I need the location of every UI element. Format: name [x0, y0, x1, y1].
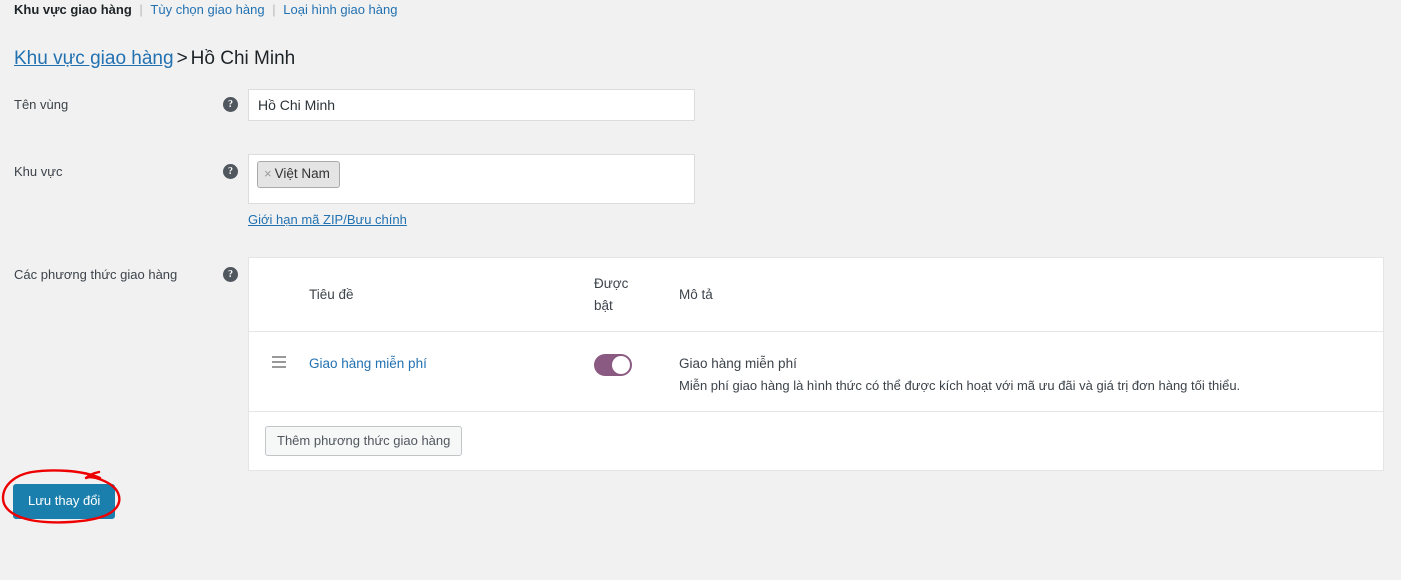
breadcrumb: Khu vực giao hàng > Hồ Chi Minh [14, 46, 295, 72]
subnav-item-shipping-options[interactable]: Tùy chọn giao hàng [150, 0, 264, 20]
row-description-cell: Giao hàng miễn phí Miễn phí giao hàng là… [679, 354, 1383, 395]
subnav-item-shipping-classes[interactable]: Loại hình giao hàng [283, 0, 397, 20]
add-shipping-method-button[interactable]: Thêm phương thức giao hàng [265, 426, 463, 456]
row-enabled-cell [594, 354, 679, 376]
breadcrumb-separator: > [176, 47, 188, 69]
save-button[interactable]: Lưu thay đổi [13, 484, 116, 519]
table-footer: Thêm phương thức giao hàng [249, 412, 1383, 470]
sub-navigation: Khu vực giao hàng | Tùy chọn giao hàng |… [14, 0, 397, 20]
zone-name-input[interactable] [248, 89, 695, 121]
subnav-item-shipping-zones[interactable]: Khu vực giao hàng [14, 0, 132, 20]
remove-icon[interactable]: × [264, 165, 272, 183]
drag-handle-icon[interactable] [272, 354, 286, 371]
zone-regions-label: Khu vực [14, 164, 63, 179]
help-icon-zone-regions[interactable]: ? [223, 164, 238, 179]
zone-regions-select[interactable]: × Việt Nam [248, 154, 695, 204]
help-icon-zone-name[interactable]: ? [223, 97, 238, 112]
method-description-body: Miễn phí giao hàng là hình thức có thể đ… [679, 378, 1241, 393]
limit-postcodes-link[interactable]: Giới hạn mã ZIP/Bưu chính [248, 212, 407, 227]
column-header-title: Tiêu đề [309, 286, 354, 302]
shipping-methods-table: Tiêu đề Được bật Mô tả Giao hàng miễn ph… [248, 257, 1384, 471]
method-description-title: Giao hàng miễn phí [679, 356, 797, 371]
zone-name-label: Tên vùng [14, 97, 69, 112]
column-header-description: Mô tả [679, 286, 713, 302]
column-header-enabled: Được bật [594, 275, 629, 313]
help-icon-shipping-methods[interactable]: ? [223, 267, 238, 282]
table-header-row: Tiêu đề Được bật Mô tả [249, 258, 1383, 332]
toggle-knob [612, 356, 630, 374]
subnav-separator-2: | [272, 2, 276, 17]
method-title-link[interactable]: Giao hàng miễn phí [309, 356, 427, 371]
table-row: Giao hàng miễn phí Giao hàng miễn phí Mi… [249, 332, 1383, 412]
region-chip-label: Việt Nam [274, 166, 330, 181]
breadcrumb-parent-link[interactable]: Khu vực giao hàng [14, 48, 174, 69]
enabled-toggle[interactable] [594, 354, 632, 376]
region-chip-vietnam[interactable]: × Việt Nam [257, 161, 340, 188]
row-title-cell: Giao hàng miễn phí [309, 354, 594, 374]
subnav-separator-1: | [139, 2, 143, 17]
shipping-methods-label: Các phương thức giao hàng [14, 267, 178, 282]
breadcrumb-current: Hồ Chi Minh [190, 47, 296, 69]
row-drag-cell [249, 354, 309, 374]
